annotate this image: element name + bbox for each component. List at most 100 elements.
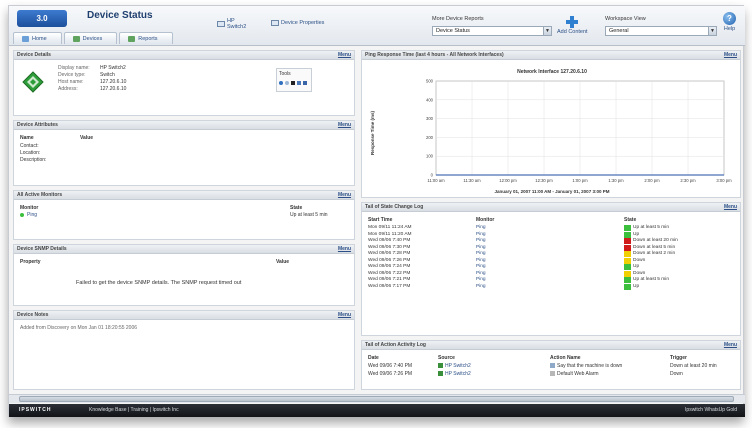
column-header: State [624,217,637,223]
log-monitor-link[interactable]: Ping [476,238,486,243]
menu-link[interactable]: Menu [338,51,351,60]
log-monitor-link[interactable]: Ping [476,232,486,237]
log-state: Up at least 5 min [633,277,669,282]
column-header: Value [276,259,290,265]
snmp-error-message: Failed to get the device SNMP details. T… [76,280,242,286]
state-color-swatch [624,231,631,238]
menu-link[interactable]: Menu [724,203,737,212]
source-link[interactable]: HP Switch2 [445,371,471,377]
scrollbar-thumb[interactable] [19,396,734,402]
menu-link[interactable]: Menu [338,191,351,200]
filter-icon[interactable] [303,81,307,85]
snmp-panel: Device SNMP Details Menu Property Value … [13,244,355,306]
log-monitor-link[interactable]: Ping [476,271,486,276]
tools-box: Tools [276,68,312,92]
menu-link[interactable]: Menu [338,121,351,130]
menu-link[interactable]: Menu [338,311,351,320]
column-header: Name [20,135,34,141]
log-monitor-link[interactable]: Ping [476,277,486,282]
footer-links[interactable]: Knowledge Base | Training | Ipswitch Inc [89,404,179,417]
device-properties-link[interactable]: Device Properties [271,20,324,26]
log-monitor-link[interactable]: Ping [476,284,486,289]
tab-devices[interactable]: Devices [63,32,118,44]
horizontal-scrollbar[interactable] [9,394,745,403]
log-time: Wed 09/06 7:30 PM [368,244,411,250]
state-color-swatch [624,238,631,244]
device-type-value: Switch [100,72,115,78]
column-header: Action Name [550,355,581,361]
x-tick-label: 2:00 pm [644,178,660,183]
alarm-icon [550,371,555,376]
menu-link[interactable]: Menu [338,245,351,254]
app-logo: 3.0 [17,10,67,27]
x-axis-label: January 01, 2007 11:00 AM - January 01, … [495,189,610,194]
device-icon [438,363,443,368]
log-state: Down at least 2 min [633,251,676,256]
state-log-panel: Tail of State Change Log Menu Start Time… [361,202,741,336]
web-icon[interactable] [279,81,283,85]
add-content-button[interactable]: Add Content [557,16,588,35]
x-tick-label: 12:00 pm [499,178,517,183]
action-name: Say that the machine is down [557,363,623,369]
log-state: Down [633,270,646,276]
help-button[interactable]: ? Help [723,12,736,32]
tab-label: Reports [138,35,158,42]
source-link[interactable]: HP Switch2 [445,363,471,369]
device-notes-panel: Device Notes Menu Added from Discovery o… [13,310,355,390]
monitor-link[interactable]: Ping [27,212,37,218]
menu-link[interactable]: Menu [724,51,737,60]
log-state: Down at least 20 min [633,238,678,243]
log-time: Wed 09/06 7:26 PM [368,257,411,263]
devices-icon [72,35,80,42]
log-monitor-link[interactable]: Ping [476,258,486,263]
log-time: Wed 09/06 7:28 PM [368,251,411,256]
log-monitor-link[interactable]: Ping [476,264,486,269]
display-name-value: HP Switch2 [100,65,126,71]
refresh-icon[interactable] [285,81,289,85]
panel-title: Device Details Menu [14,51,354,60]
x-tick-label: 1:30 pm [608,178,624,183]
note-text: Added from Discovery on Mon Jan 01 18:20… [20,325,138,331]
column-header: Start Time [368,217,393,223]
column-header: Monitor [20,205,39,211]
status-dot-icon [20,213,24,217]
log-time: Wed 09/06 7:17 PM [368,283,411,289]
device-attributes-panel: Device Attributes Menu Name Value Contac… [13,120,355,186]
state-color-swatch [624,244,631,251]
state-log-row: Wed 09/06 7:17 PM Ping Up [362,283,734,291]
action-date: Wed 09/06 7:40 PM [368,363,413,369]
action-trigger: Down at least 20 min [670,363,717,369]
graph-icon[interactable] [297,81,301,85]
log-state: Up [633,283,640,289]
terminal-icon[interactable] [291,81,295,85]
more-reports-select[interactable]: Device Status ▼ [432,26,552,36]
host-name-value: 127.20.6.10 [100,79,127,85]
log-state: Up [633,231,640,237]
footer-product[interactable]: Ipswitch WhatsUp Gold [685,404,737,417]
log-time: Wed 09/06 7:22 PM [368,270,411,276]
workspace-select[interactable]: General ▼ [605,26,717,36]
tab-home[interactable]: Home [13,32,62,44]
state-color-swatch [624,225,631,231]
y-tick-label: 300 [426,116,434,121]
state-log-rows: Mon 09/11 11:24 AM Ping Up at least 5 min M… [362,225,734,290]
state-color-swatch [624,277,631,283]
log-monitor-link[interactable]: Ping [476,251,486,256]
active-monitors-panel: All Active Monitors Menu Monitor State P… [13,190,355,240]
reports-icon [128,35,136,42]
tab-reports[interactable]: Reports [119,32,173,44]
switch-device-icon [22,71,44,93]
log-time: Mon 09/11 11:20 AM [368,231,412,237]
y-tick-label: 0 [431,173,434,178]
menu-link[interactable]: Menu [724,341,737,350]
log-time: Wed 09/06 7:40 PM [368,238,411,243]
hp-switch-link[interactable]: HP Switch2 [217,18,246,30]
device-details-panel: Device Details Menu Display name: HP Swi… [13,50,355,116]
log-monitor-link[interactable]: Ping [476,245,486,250]
column-header: Date [368,355,379,361]
log-monitor-link[interactable]: Ping [476,225,486,230]
add-content-label: Add Content [557,29,588,35]
column-header: Property [20,259,41,265]
action-date: Wed 09/06 7:26 PM [368,371,413,377]
state-color-swatch [624,257,631,264]
